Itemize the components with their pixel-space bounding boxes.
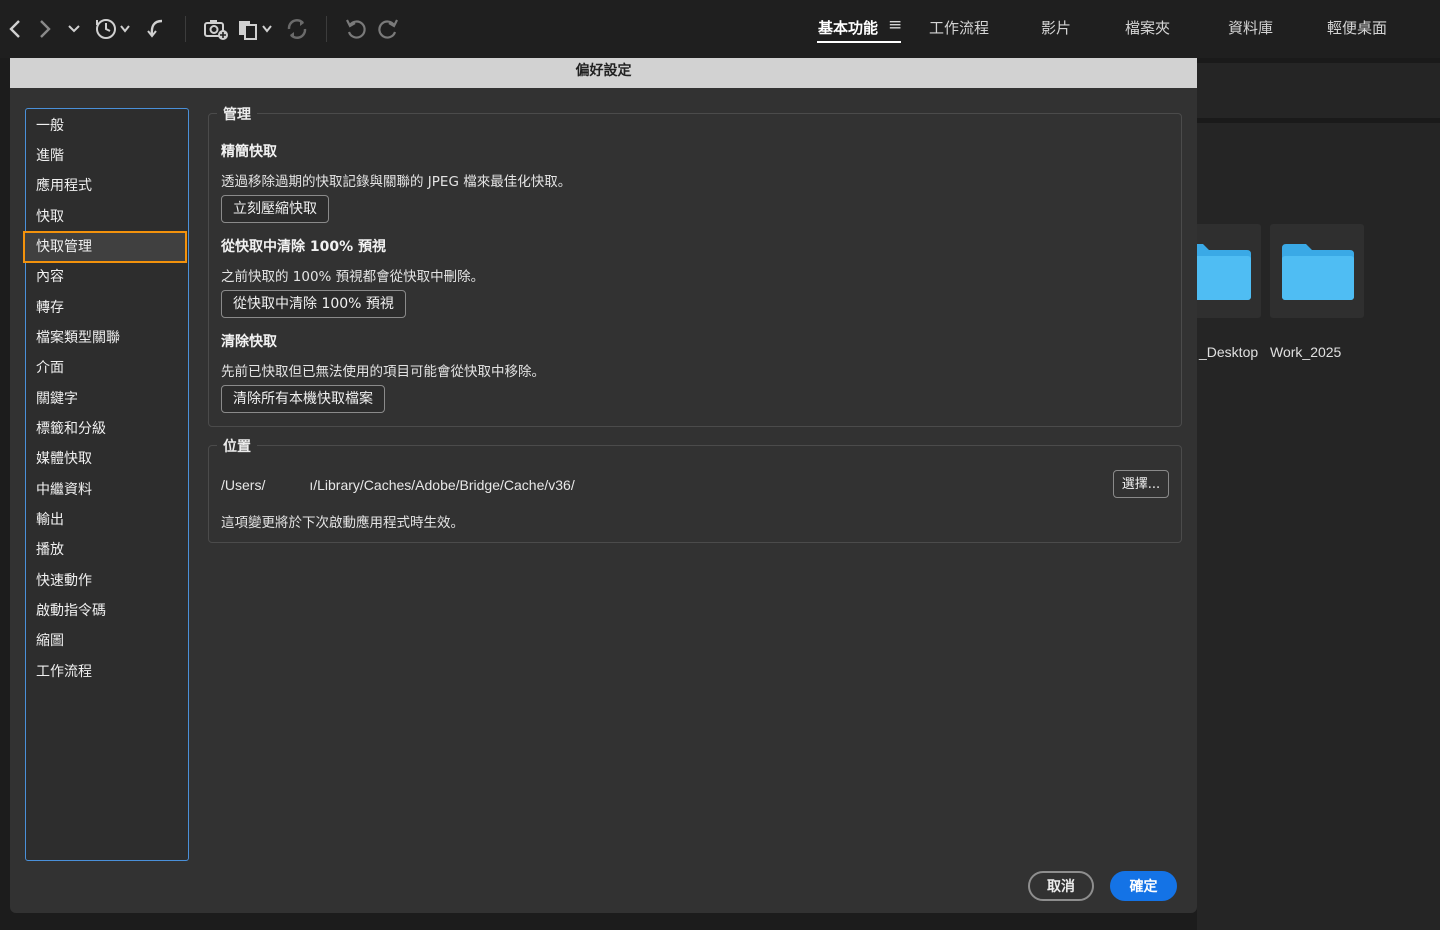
content-panel: _Desktop Work_2025 <box>1167 58 1440 930</box>
dialog-title-bar[interactable]: 偏好設定 <box>10 58 1197 88</box>
workspace-tab-essentials[interactable]: 基本功能 <box>818 17 878 38</box>
camera-import-icon[interactable] <box>203 14 229 44</box>
purge-100-description: 之前快取的 100% 預視都會從快取中刪除。 <box>221 269 485 285</box>
folder-label[interactable]: _Desktop <box>1199 344 1258 360</box>
sync-icon[interactable] <box>285 14 309 44</box>
workspace-tab-video[interactable]: 影片 <box>1041 17 1071 38</box>
category-startup-scripts[interactable]: 啟動指令碼 <box>36 598 106 624</box>
workspace-menu-icon[interactable]: ≡ <box>888 15 902 35</box>
category-quick-actions[interactable]: 快速動作 <box>36 568 92 594</box>
copy-stack-icon[interactable] <box>237 14 277 44</box>
rotate-right-icon[interactable] <box>376 14 400 44</box>
manage-group-legend: 管理 <box>217 104 257 124</box>
toolbar-divider <box>326 16 327 42</box>
preferences-dialog: 偏好設定 一般 進階 應用程式 快取 快取管理 內容 轉存 檔案類型關聯 介面 … <box>10 58 1197 913</box>
history-icon[interactable] <box>94 14 134 44</box>
dialog-title: 偏好設定 <box>575 63 632 79</box>
workspace-tab-light-table[interactable]: 輕便桌面 <box>1327 17 1387 38</box>
category-cache[interactable]: 快取 <box>36 204 64 230</box>
category-cache-management[interactable]: 快取管理 <box>36 234 92 260</box>
choose-location-button[interactable]: 選擇... <box>1113 470 1169 498</box>
cancel-button[interactable]: 取消 <box>1028 871 1094 901</box>
preferences-category-list[interactable]: 一般 進階 應用程式 快取 快取管理 內容 轉存 檔案類型關聯 介面 關鍵字 標… <box>23 108 189 861</box>
location-group-legend: 位置 <box>217 436 257 456</box>
category-media-cache[interactable]: 媒體快取 <box>36 446 92 472</box>
category-keywords[interactable]: 關鍵字 <box>36 386 78 412</box>
path-suffix: ı/Library/Caches/Adobe/Bridge/Cache/v36/ <box>309 477 575 493</box>
ok-button[interactable]: 確定 <box>1110 871 1177 901</box>
path-prefix: /Users/ <box>221 477 266 493</box>
workspace-tab-workflow[interactable]: 工作流程 <box>929 17 989 38</box>
manage-group: 管理 精簡快取 透過移除過期的快取記錄與關聯的 JPEG 檔來最佳化快取。 立刻… <box>208 104 1182 427</box>
compact-cache-description: 透過移除過期的快取記錄與關聯的 JPEG 檔來最佳化快取。 <box>221 174 572 190</box>
category-applications[interactable]: 應用程式 <box>36 173 92 199</box>
folder-tile[interactable] <box>1270 224 1364 318</box>
category-advanced[interactable]: 進階 <box>36 143 64 169</box>
background-bottom-edge <box>0 913 1197 930</box>
purge-100-button[interactable]: 從快取中清除 100% 預視 <box>221 290 406 318</box>
compact-cache-heading: 精簡快取 <box>221 144 277 160</box>
active-workspace-underline <box>817 41 901 43</box>
category-labels-ratings[interactable]: 標籤和分級 <box>36 416 106 442</box>
recent-dropdown-icon[interactable] <box>66 14 82 44</box>
restart-note: 這項變更將於下次啟動應用程式時生效。 <box>221 515 464 531</box>
panel-divider <box>1197 58 1440 63</box>
category-metadata[interactable]: 中繼資料 <box>36 477 92 503</box>
workspace-tab-folders[interactable]: 檔案夾 <box>1125 17 1170 38</box>
compact-cache-button[interactable]: 立刻壓縮快取 <box>221 195 329 223</box>
purge-cache-description: 先前已快取但已無法使用的項目可能會從快取中移除。 <box>221 364 545 380</box>
category-output[interactable]: 輸出 <box>36 507 64 533</box>
purge-all-local-cache-button[interactable]: 清除所有本機快取檔案 <box>221 385 385 413</box>
purge-cache-heading: 清除快取 <box>221 334 277 350</box>
workspace-tab-library[interactable]: 資料庫 <box>1228 17 1273 38</box>
back-icon[interactable] <box>6 14 24 44</box>
forward-icon[interactable] <box>36 14 54 44</box>
category-general[interactable]: 一般 <box>36 113 64 139</box>
category-file-type-associations[interactable]: 檔案類型關聯 <box>36 325 120 351</box>
location-group: 位置 /Users/ı/Library/Caches/Adobe/Bridge/… <box>208 436 1182 543</box>
toolbar-divider <box>185 16 186 42</box>
category-interface[interactable]: 介面 <box>36 355 64 381</box>
category-content[interactable]: 內容 <box>36 264 64 290</box>
cache-location-path: /Users/ı/Library/Caches/Adobe/Bridge/Cac… <box>221 477 575 493</box>
category-workflow[interactable]: 工作流程 <box>36 659 92 685</box>
rotate-left-icon[interactable] <box>344 14 368 44</box>
folder-icon <box>1282 244 1354 300</box>
app-toolbar: 基本功能 ≡ 工作流程 影片 檔案夾 資料庫 輕便桌面 <box>0 0 1440 58</box>
category-thumbnails[interactable]: 縮圖 <box>36 628 64 654</box>
return-icon[interactable] <box>146 14 166 44</box>
folder-label[interactable]: Work_2025 <box>1270 344 1341 360</box>
purge-100-heading: 從快取中清除 100% 預視 <box>221 239 386 255</box>
category-export[interactable]: 轉存 <box>36 295 64 321</box>
category-playback[interactable]: 播放 <box>36 537 64 563</box>
background-left-edge <box>0 58 10 930</box>
panel-divider <box>1197 118 1440 123</box>
